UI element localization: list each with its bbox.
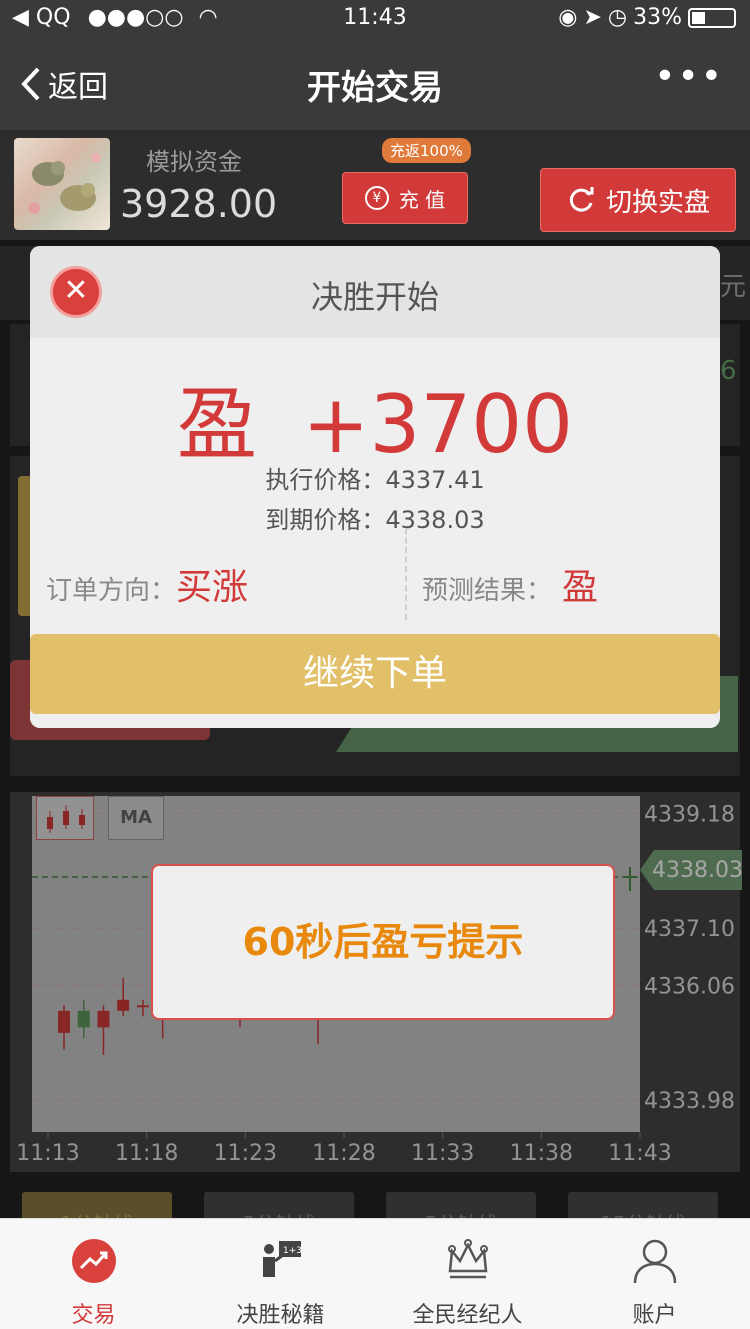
profit-value: +3700 (302, 378, 574, 471)
y-tick-label: 4333.98 (644, 1089, 735, 1114)
teacher-icon: 1+3 (263, 1241, 302, 1277)
current-price-tag: 4338.03 (640, 850, 743, 890)
tab-secrets[interactable]: 1+3 决胜秘籍 (187, 1219, 374, 1329)
tab-account[interactable]: 账户 (561, 1219, 748, 1329)
x-tick-label: 11:43 (608, 1141, 671, 1166)
x-tick-label: 11:13 (16, 1141, 79, 1166)
candlestick-icon (47, 805, 85, 833)
trade-icon (72, 1239, 116, 1283)
candle-body (97, 1010, 110, 1028)
tab-account-label: 账户 (632, 1303, 677, 1328)
profit-hint-box: 60秒后盈亏提示 (151, 864, 615, 1020)
candle-body (77, 1010, 90, 1028)
x-tick-label: 11:38 (510, 1141, 573, 1166)
dialog-divider (405, 528, 407, 620)
crown-icon (448, 1239, 488, 1279)
expiry-price-value: 4338.03 (385, 506, 485, 534)
tab-secrets-label: 决胜秘籍 (236, 1303, 325, 1328)
dialog-title: 决胜开始 (310, 278, 439, 316)
candle-body (58, 1010, 70, 1033)
candle-body (117, 999, 130, 1011)
y-tick-label: 4339.18 (644, 803, 735, 828)
candle-body (136, 1005, 149, 1008)
result-dialog: ✕ 决胜开始 盈 +3700 执行价格：4337.41 到期价格：4338.03… (30, 246, 720, 728)
x-tick-label: 11:33 (411, 1141, 474, 1166)
direction-value: 买涨 (176, 567, 249, 608)
direction-label: 订单方向： (46, 576, 177, 606)
x-tick-label: 11:18 (115, 1141, 178, 1166)
bottom-tab-bar: 交易 1+3 决胜秘籍 全民经纪人 账户 (0, 1218, 750, 1329)
ma-toggle-button[interactable]: MA (108, 796, 164, 840)
order-direction: 订单方向：买涨 (46, 558, 248, 610)
profit-word: 盈 (176, 378, 257, 471)
tab-broker[interactable]: 全民经纪人 (374, 1219, 561, 1329)
prediction-label: 预测结果： (422, 576, 553, 606)
user-icon (633, 1239, 677, 1284)
y-tick-label: 4336.06 (644, 974, 735, 999)
exec-price-label: 执行价格： (265, 466, 386, 494)
candle-toggle-button[interactable] (36, 796, 94, 840)
x-tick-label: 11:28 (312, 1141, 375, 1166)
tab-trade-label: 交易 (71, 1303, 116, 1328)
svg-text:1+3: 1+3 (283, 1246, 302, 1256)
prediction-result: 预测结果： 盈 (422, 558, 598, 610)
expiry-price-line: 到期价格：4338.03 (30, 500, 720, 535)
tab-broker-label: 全民经纪人 (412, 1303, 523, 1328)
exec-price-value: 4337.41 (385, 466, 485, 494)
tab-trade[interactable]: 交易 (0, 1219, 187, 1329)
prediction-value: 盈 (562, 567, 599, 608)
y-tick-label: 4337.10 (644, 917, 735, 942)
profit-result: 盈 +3700 (30, 360, 720, 476)
x-tick-label: 11:23 (214, 1141, 277, 1166)
current-price-value: 4338.03 (652, 858, 743, 883)
exec-price-line: 执行价格：4337.41 (30, 460, 720, 495)
continue-order-button[interactable]: 继续下单 (30, 634, 720, 714)
expiry-price-label: 到期价格： (265, 506, 386, 534)
